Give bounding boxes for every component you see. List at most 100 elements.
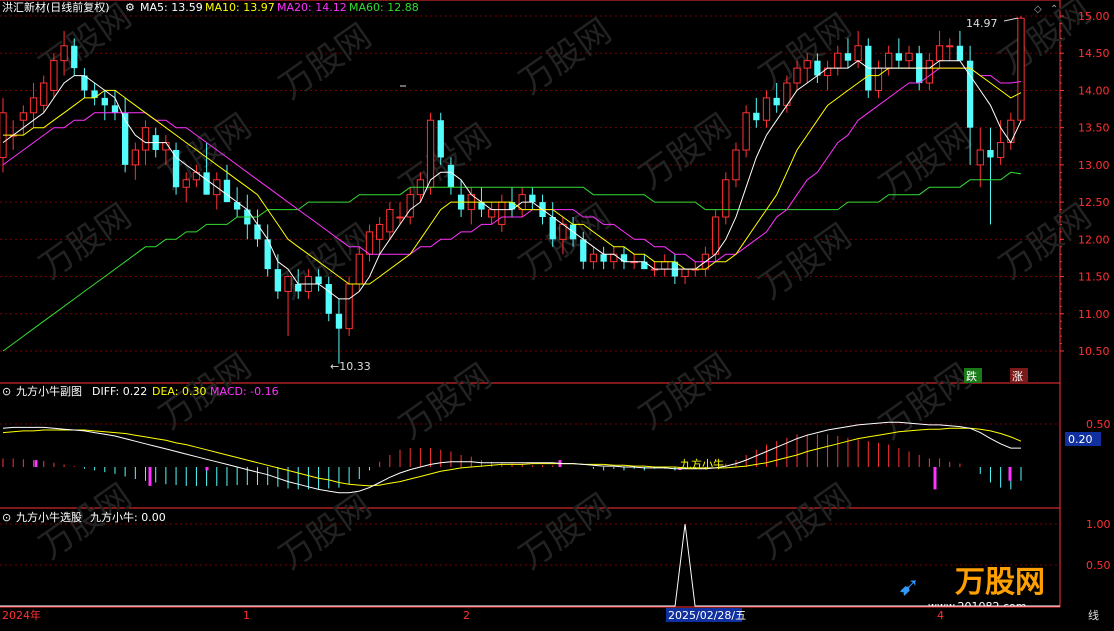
candle-body <box>773 97 780 106</box>
panel3-title: 九方小牛选股 <box>16 510 82 524</box>
candle-body <box>325 284 332 314</box>
diamond-icon[interactable]: ◇ <box>1034 4 1042 15</box>
candle-body <box>101 97 108 106</box>
candle-body <box>885 52 893 69</box>
candle-body <box>71 45 78 69</box>
macd-tick-label: 0.50 <box>1086 418 1111 431</box>
current-value-text: 0.20 <box>1068 433 1093 446</box>
candle-body <box>661 261 669 270</box>
price-tick-label: 15.00 <box>1078 10 1110 23</box>
moving-average-lines <box>2 17 1022 352</box>
watermark-text: 万股网 <box>392 116 498 207</box>
ma5-label: MA5: 13.59 <box>140 1 203 14</box>
candle-body <box>925 60 934 84</box>
panel2-title: 九方小牛副图 <box>16 384 82 398</box>
candle-body <box>762 97 771 121</box>
candle-body <box>529 194 536 203</box>
panel2-collapse-icon[interactable]: ⊙ <box>2 385 11 398</box>
candle-body <box>996 142 1005 158</box>
candle-body <box>1017 17 1025 121</box>
macd-highlight-bar <box>933 467 937 490</box>
candle-body <box>589 253 598 263</box>
candle-body <box>29 97 38 114</box>
watermark-text: 万股网 <box>752 476 858 567</box>
candle-body <box>905 52 913 62</box>
watermark-text: 万股网 <box>32 196 138 287</box>
ma60-label: MA60: 12.88 <box>349 1 419 14</box>
selection-tick-label: 0.50 <box>1086 559 1111 572</box>
macd-highlight-bar <box>205 467 209 471</box>
candle-body <box>987 150 994 158</box>
candle-body <box>40 82 48 106</box>
brand-logo: 万股网 <box>955 565 1045 600</box>
candle-body <box>600 254 607 262</box>
candle-body <box>549 217 556 240</box>
macd-highlight-bar <box>34 460 38 467</box>
macd-highlight-bar <box>148 467 152 486</box>
diff-label: DIFF: 0.22 <box>92 385 147 398</box>
candle-body <box>111 105 119 113</box>
macd-label: MACD: -0.16 <box>210 385 279 398</box>
candle-body <box>315 276 322 284</box>
watermark-layer: 万股网 万股网 万股网 万股网 万股网万股网 万股网 万股网 万股网 万股网万股网 万股网 万股网万… <box>32 0 1098 577</box>
candle-body <box>966 60 974 128</box>
high-price-label: 14.97 <box>966 17 998 30</box>
price-axis: 15.00 14.50 14.00 13.50 13.00 12.50 12.00 11.50… <box>1060 10 1111 572</box>
stock-chart[interactable]: 万股网 万股网 万股网 万股网 万股网万股网 万股网 万股网 万股网 万股网万股网 万股网 万股网万… <box>0 0 1114 631</box>
price-tick-label: 11.50 <box>1078 271 1110 284</box>
candle-body <box>711 216 720 255</box>
macd-highlight-bar <box>1008 467 1012 481</box>
candle-body <box>498 201 506 225</box>
candle-body <box>487 209 496 218</box>
watermark-text: 万股网 <box>272 486 378 577</box>
candle-body <box>844 53 852 61</box>
panel3-collapse-icon[interactable]: ⊙ <box>2 511 11 524</box>
timeline-right-label: 线 <box>1088 608 1099 622</box>
timeline-label-2: 2 <box>463 609 470 622</box>
price-tick-label: 14.50 <box>1078 47 1110 60</box>
candle-body <box>355 253 363 285</box>
candle-body <box>426 119 435 188</box>
dea-label: DEA: 0.30 <box>152 385 206 398</box>
candle-body <box>946 45 954 48</box>
candle-body <box>874 67 883 91</box>
candle-body <box>131 149 139 166</box>
timeline-bar <box>0 607 1114 631</box>
down-tag-text: 跌 <box>966 369 977 383</box>
up-tag-text: 涨 <box>1012 370 1023 383</box>
price-tick-label: 12.00 <box>1078 233 1110 246</box>
high-pointer <box>1003 17 1019 22</box>
candle-body <box>295 284 302 292</box>
candle-body <box>814 60 821 76</box>
candle-body <box>365 231 374 255</box>
candle-body <box>854 45 862 62</box>
collapse-icon[interactable]: ⌃ <box>1050 4 1058 15</box>
watermark-text: 万股网 <box>512 486 618 577</box>
settings-icon[interactable]: ⚙ <box>125 1 135 14</box>
selection-tick-label: 1.00 <box>1086 518 1111 531</box>
watermark-text: 万股网 <box>272 16 378 107</box>
candle-body <box>753 112 760 121</box>
candle-body <box>345 283 353 330</box>
candle-body <box>793 67 801 84</box>
candle-body <box>580 239 587 262</box>
candle-body <box>681 268 689 278</box>
ma10-line <box>3 67 1022 285</box>
candle-body <box>935 45 944 62</box>
watermark-text: 万股网 <box>872 116 978 207</box>
cursor-date: 2025/02/28/五 <box>668 609 746 622</box>
candle-body <box>19 112 28 121</box>
watermark-text: 万股网 <box>392 356 498 447</box>
candle-body <box>274 269 282 292</box>
price-tick-label: 13.50 <box>1078 122 1110 135</box>
candle-body <box>223 179 231 203</box>
candle-body <box>203 172 210 195</box>
candle-body <box>50 60 58 91</box>
stock-title: 洪汇新材(日线前复权) <box>2 0 110 14</box>
price-tick-label: 11.00 <box>1078 308 1110 321</box>
candle-body <box>437 120 444 158</box>
timeline-label-0: 2024年 <box>2 608 41 622</box>
candle-body <box>976 149 984 166</box>
candle-body <box>141 127 150 151</box>
candle-body <box>254 224 261 240</box>
